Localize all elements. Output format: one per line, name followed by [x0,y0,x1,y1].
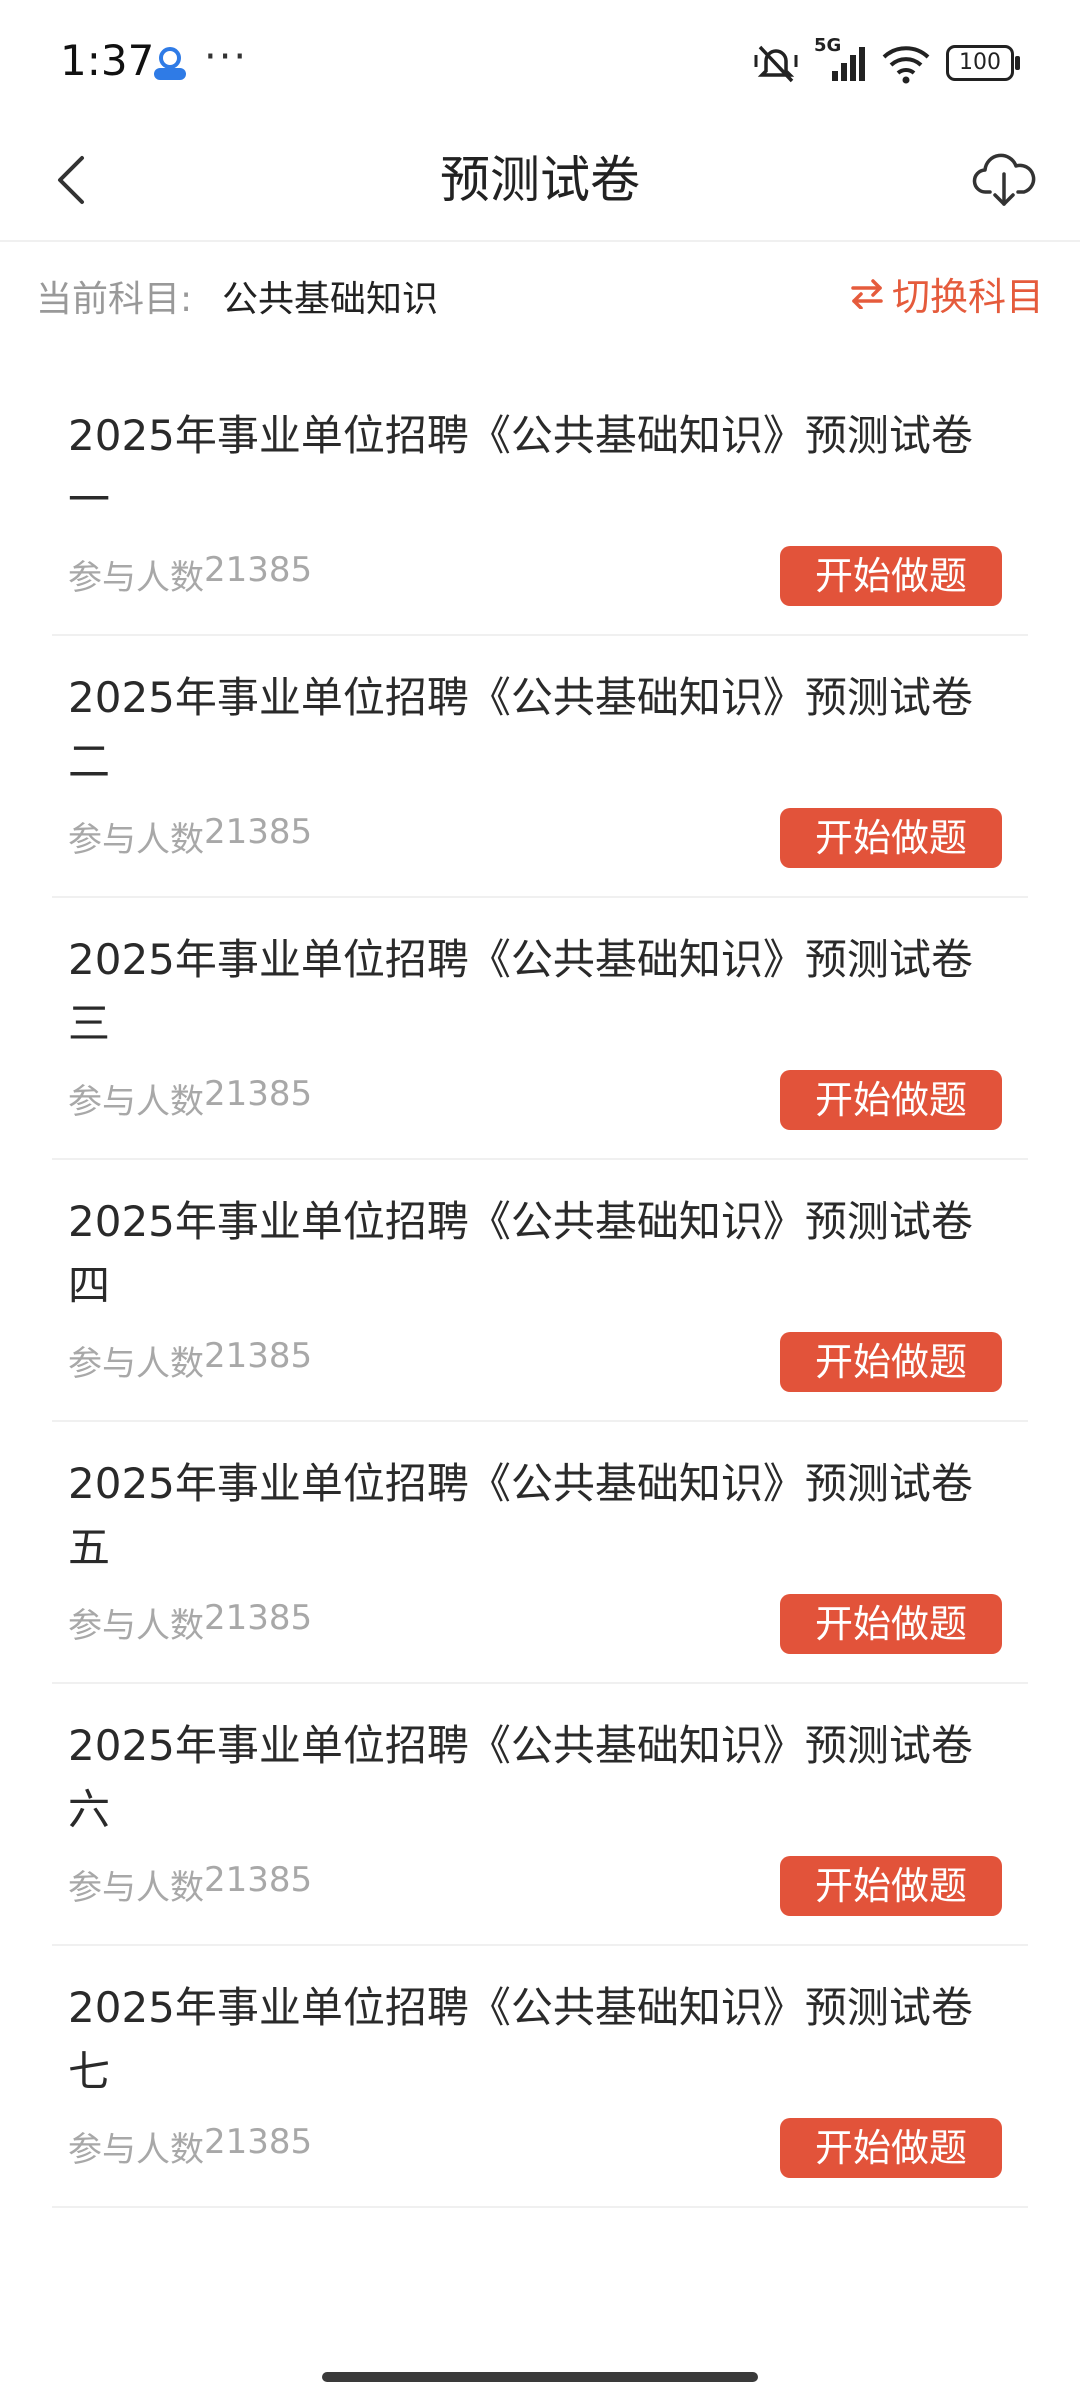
participant-count: 参与人数 21385 [68,550,312,599]
participant-count-value: 21385 [204,1860,313,1900]
participant-count: 参与人数 21385 [68,1336,312,1385]
participant-count-label: 参与人数 [68,1344,204,1384]
list-item[interactable]: 2025年事业单位招聘《公共基础知识》预测试卷一 参与人数 21385 开始做题 [52,374,1028,636]
list-item[interactable]: 2025年事业单位招聘《公共基础知识》预测试卷四 参与人数 21385 开始做题 [52,1160,1028,1422]
list-item[interactable]: 2025年事业单位招聘《公共基础知识》预测试卷七 参与人数 21385 开始做题 [52,1946,1028,2208]
current-subject-label: 当前科目: [36,279,193,320]
cellular-signal-icon: 5G [814,35,866,85]
participant-count-label: 参与人数 [68,820,204,860]
start-quiz-button[interactable]: 开始做题 [780,2118,1002,2178]
start-quiz-button[interactable]: 开始做题 [780,1070,1002,1130]
switch-subject-button[interactable]: 切换科目 [850,266,1044,321]
swap-arrows-icon [851,278,883,309]
participant-count-label: 参与人数 [68,2130,204,2170]
list-item[interactable]: 2025年事业单位招聘《公共基础知识》预测试卷三 参与人数 21385 开始做题 [52,898,1028,1160]
paper-title: 2025年事业单位招聘《公共基础知识》预测试卷五 [68,1459,973,1572]
status-icons: 5G 100 [752,35,1020,86]
participant-count: 参与人数 21385 [68,812,312,861]
start-quiz-button[interactable]: 开始做题 [780,546,1002,606]
participant-count-label: 参与人数 [68,1606,204,1646]
participant-count: 参与人数 21385 [68,1074,312,1123]
participant-count: 参与人数 21385 [68,1598,312,1647]
participant-count-value: 21385 [204,2122,313,2162]
switch-subject-label: 切换科目 [891,275,1044,319]
paper-title: 2025年事业单位招聘《公共基础知识》预测试卷二 [68,673,973,786]
current-subject-value: 公共基础知识 [222,279,439,320]
header: 预测试卷 [0,120,1080,242]
participant-count-label: 参与人数 [68,1082,204,1122]
paper-list: 2025年事业单位招聘《公共基础知识》预测试卷一 参与人数 21385 开始做题 … [52,374,1028,2208]
participant-count-value: 21385 [204,1074,313,1114]
status-time: 1:37 [60,36,155,85]
participant-count-label: 参与人数 [68,558,204,598]
download-button[interactable] [964,140,1044,220]
start-quiz-button[interactable]: 开始做题 [780,1594,1002,1654]
more-notifications-indicator: ··· [204,34,249,80]
mute-icon [752,41,800,85]
list-item[interactable]: 2025年事业单位招聘《公共基础知识》预测试卷五 参与人数 21385 开始做题 [52,1422,1028,1684]
paper-title: 2025年事业单位招聘《公共基础知识》预测试卷三 [68,935,973,1048]
participant-count-value: 21385 [204,812,313,852]
participant-count: 参与人数 21385 [68,1860,312,1909]
status-bar: 1:37 ··· 5G 100 [0,0,1080,120]
cloud-download-icon [972,153,1036,206]
participant-count-value: 21385 [204,550,313,590]
battery-icon: 100 [946,45,1020,81]
paper-title: 2025年事业单位招聘《公共基础知识》预测试卷一 [68,411,973,524]
wifi-icon [880,41,932,85]
network-type: 5G [814,35,842,56]
participant-count-value: 21385 [204,1598,313,1638]
start-quiz-button[interactable]: 开始做题 [780,1856,1002,1916]
app-notification-icon [150,44,190,84]
start-quiz-button[interactable]: 开始做题 [780,808,1002,868]
list-item[interactable]: 2025年事业单位招聘《公共基础知识》预测试卷二 参与人数 21385 开始做题 [52,636,1028,898]
list-item[interactable]: 2025年事业单位招聘《公共基础知识》预测试卷六 参与人数 21385 开始做题 [52,1684,1028,1946]
participant-count-value: 21385 [204,1336,313,1376]
participant-count: 参与人数 21385 [68,2122,312,2171]
paper-title: 2025年事业单位招聘《公共基础知识》预测试卷六 [68,1721,973,1834]
paper-title: 2025年事业单位招聘《公共基础知识》预测试卷四 [68,1197,973,1310]
subject-bar: 当前科目: 公共基础知识 切换科目 [0,244,1080,344]
paper-title: 2025年事业单位招聘《公共基础知识》预测试卷七 [68,1983,973,2096]
battery-level: 100 [959,50,1001,75]
participant-count-label: 参与人数 [68,1868,204,1908]
page-title: 预测试卷 [440,151,640,209]
start-quiz-button[interactable]: 开始做题 [780,1332,1002,1392]
gesture-navigation-bar[interactable] [322,2372,758,2382]
